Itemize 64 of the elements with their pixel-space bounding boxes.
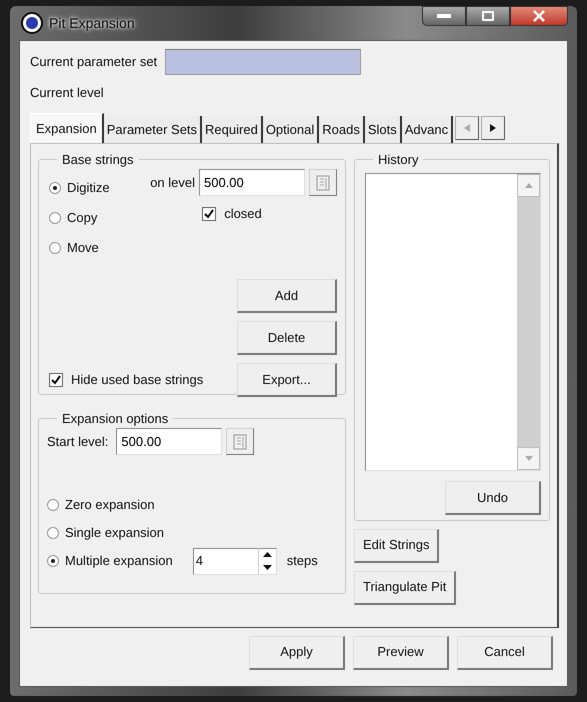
start-level-label: Start level: [47,432,108,451]
radio-button[interactable] [49,182,61,194]
checkbox[interactable] [49,373,63,388]
down-arrow-icon [524,456,532,462]
radio-button[interactable] [47,555,59,568]
tab[interactable]: Optional [262,116,320,142]
start-level-field[interactable]: 500.00 [116,428,222,456]
maximize-button[interactable] [466,6,510,26]
level-label: on level [150,174,195,192]
scrollbar[interactable] [517,174,540,470]
radio-label: Zero expansion [65,496,155,514]
left-arrow-icon [464,124,470,132]
maximize-icon [482,11,494,21]
radio-label: Copy [67,209,98,228]
checkbox-label: Hide used base strings [71,371,204,390]
button[interactable]: Triangulate Pit [354,570,456,604]
tab[interactable]: Advanc [402,116,454,142]
radio-label: Multiple expansion [65,552,173,570]
radio-label: Digitize [67,179,110,198]
radio-button[interactable] [49,212,61,224]
parameter-set-label: Current parameter set [30,53,158,72]
app-icon [21,12,43,34]
button[interactable]: Undo [445,481,541,516]
radio-button[interactable] [47,499,59,512]
button[interactable]: Edit Strings [354,528,440,562]
tab[interactable]: Slots [364,116,402,142]
right-arrow-icon [490,124,496,132]
picker-button[interactable] [309,169,337,196]
group-title: Base strings [61,152,135,168]
minimize-button[interactable] [422,6,466,26]
radio-button[interactable] [49,242,61,254]
picker-button[interactable] [226,428,254,456]
scroll-right-button[interactable] [481,116,506,140]
close-icon [533,10,545,22]
up-arrow-icon [524,183,532,188]
button[interactable]: Add [237,279,337,314]
steps-label: steps [286,552,318,570]
steps-field[interactable]: 4 [192,548,277,575]
close-button[interactable] [510,6,568,26]
list-icon [233,434,248,450]
radio-label: Move [67,239,99,258]
radio-button[interactable] [47,527,59,540]
current-level-label: Current level [30,85,104,100]
button[interactable]: Delete [237,321,337,356]
tab[interactable]: Expansion [30,112,104,142]
group-title: Expansion options [61,410,170,426]
tab[interactable]: Required [202,116,263,142]
button[interactable]: Export... [237,363,337,398]
list-icon [316,174,330,191]
group-title: History [377,152,420,168]
checkbox-label: closed [224,205,262,224]
button[interactable]: Cancel [457,636,553,670]
tab[interactable]: Parameter Sets [104,116,202,142]
scroll-left-button[interactable] [455,116,480,140]
steps-value: 4 [196,552,204,570]
button[interactable]: Preview [353,636,449,670]
window-title: Pit Expansion [49,14,135,33]
radio-label: Single expansion [65,524,164,542]
button[interactable]: Apply [249,636,345,670]
level-field[interactable]: 500.00 [199,169,305,196]
minimize-icon [437,14,451,18]
parameter-set-field[interactable] [165,49,362,75]
tab[interactable]: Roads [319,116,365,142]
checkbox[interactable] [202,206,216,221]
